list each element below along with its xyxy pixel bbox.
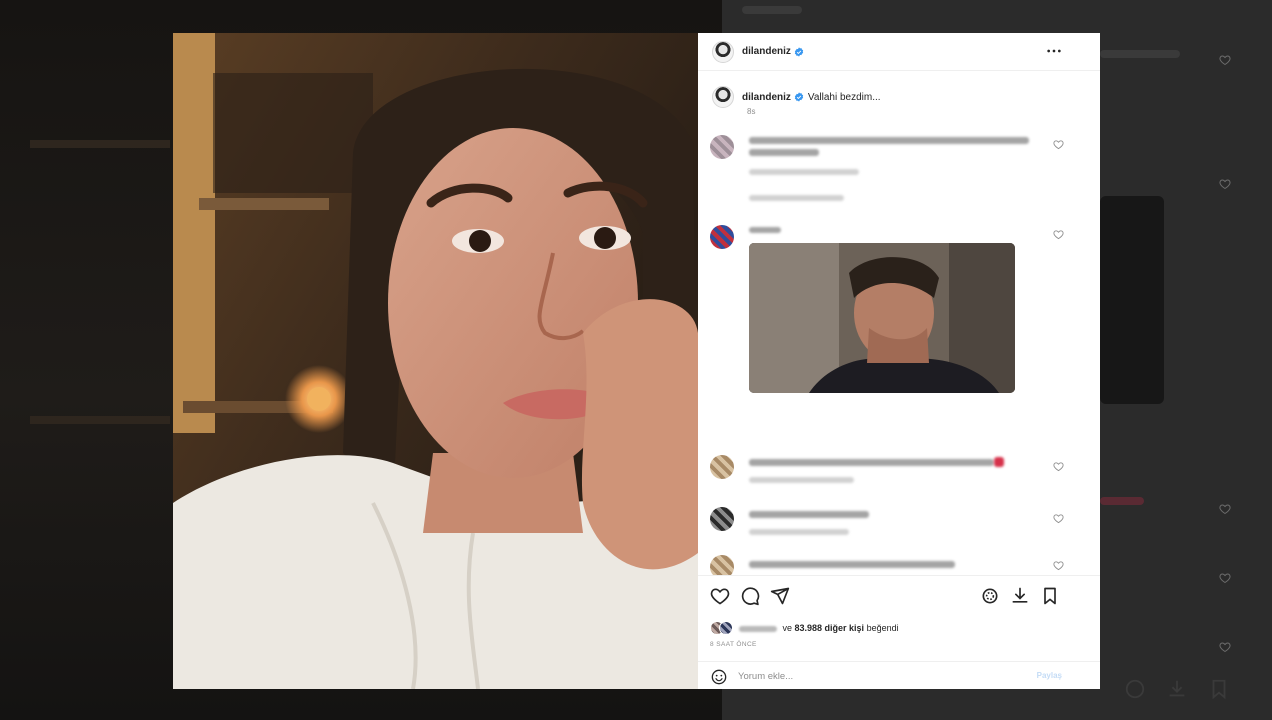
blurred-liker-username bbox=[739, 625, 777, 632]
caption-text: Vallahi bezdim... bbox=[807, 91, 881, 103]
blurred-comment-meta bbox=[749, 477, 854, 483]
comment-item bbox=[698, 553, 1100, 575]
likes-count[interactable]: 83.988 diğer kişi bbox=[795, 623, 865, 633]
post-side-panel: dilandeniz dilandeniz Vallahi bezdim... … bbox=[698, 33, 1100, 689]
post-action-bar bbox=[698, 575, 1100, 615]
author-avatar[interactable] bbox=[712, 40, 734, 63]
bookmark-icon[interactable] bbox=[1040, 586, 1060, 606]
comment-like-heart-icon[interactable] bbox=[1053, 461, 1064, 472]
caption: dilandeniz Vallahi bezdim... bbox=[712, 86, 881, 108]
heart-icon[interactable] bbox=[710, 586, 730, 606]
background-heart-icon bbox=[1219, 178, 1231, 190]
comment-avatar[interactable] bbox=[710, 455, 734, 479]
blurred-replies-link[interactable] bbox=[749, 195, 844, 201]
background-shelf bbox=[30, 416, 170, 424]
likes-text[interactable]: ve 83.988 diğer kişi beğendi bbox=[739, 623, 899, 633]
likes-summary: ve 83.988 diğer kişi beğendi bbox=[710, 621, 899, 635]
comment-like-heart-icon[interactable] bbox=[1053, 229, 1064, 240]
more-options-icon[interactable] bbox=[1046, 44, 1062, 58]
selfie-illustration bbox=[173, 33, 698, 689]
background-shelf bbox=[30, 140, 170, 148]
post-comment-button[interactable]: Paylaş bbox=[1037, 671, 1062, 680]
author-username[interactable]: dilandeniz bbox=[742, 46, 791, 57]
post-date: 8 SAAT ÖNCE bbox=[710, 641, 757, 648]
comment-item bbox=[698, 131, 1100, 211]
blurred-comment-text bbox=[749, 561, 955, 568]
caption-timestamp: 8s bbox=[747, 107, 756, 116]
audio-icon[interactable] bbox=[980, 586, 1000, 606]
comment-item bbox=[698, 453, 1100, 493]
liker-avatar[interactable] bbox=[719, 621, 733, 635]
comment-like-heart-icon[interactable] bbox=[1053, 513, 1064, 524]
caption-username[interactable]: dilandeniz bbox=[742, 92, 791, 103]
background-bookmark-icon bbox=[1208, 678, 1230, 700]
verified-badge-icon bbox=[794, 92, 804, 102]
blurred-comment-meta bbox=[749, 529, 849, 535]
blurred-comment-text bbox=[749, 137, 1029, 144]
post-photo bbox=[173, 33, 698, 689]
comment-avatar[interactable] bbox=[710, 135, 734, 159]
likes-suffix: beğendi bbox=[864, 623, 899, 633]
comment-gif-image[interactable] bbox=[749, 243, 1015, 393]
comment-like-heart-icon[interactable] bbox=[1053, 560, 1064, 571]
download-icon[interactable] bbox=[1010, 586, 1030, 606]
blurred-comment-text bbox=[749, 149, 819, 156]
comment-like-heart-icon[interactable] bbox=[1053, 139, 1064, 150]
background-blurred-text bbox=[1100, 50, 1180, 58]
add-comment-bar: Paylaş bbox=[698, 661, 1100, 689]
background-heart-icon bbox=[1219, 641, 1231, 653]
post-header: dilandeniz bbox=[698, 33, 1100, 71]
comment-item bbox=[698, 505, 1100, 545]
caption-avatar[interactable] bbox=[712, 86, 734, 108]
likes-middle: ve bbox=[780, 623, 795, 633]
background-download-icon bbox=[1166, 678, 1188, 700]
background-blurred-text bbox=[1100, 497, 1144, 505]
comment-avatar[interactable] bbox=[710, 555, 734, 575]
blurred-comment-username bbox=[749, 227, 781, 233]
comment-input[interactable] bbox=[738, 668, 1018, 684]
blurred-comment-text bbox=[749, 459, 994, 466]
background-audio-icon bbox=[1124, 678, 1146, 700]
background-blurred-text bbox=[742, 6, 802, 14]
paper-plane-icon[interactable] bbox=[770, 586, 790, 606]
verified-badge-icon bbox=[794, 46, 804, 57]
comment-avatar[interactable] bbox=[710, 507, 734, 531]
background-media-thumbnail bbox=[1100, 196, 1164, 404]
blurred-comment-meta bbox=[749, 169, 859, 175]
blurred-comment-emoji bbox=[994, 457, 1004, 467]
comment-bubble-icon[interactable] bbox=[740, 586, 760, 606]
emoji-smile-icon[interactable] bbox=[711, 669, 727, 685]
post-modal: dilandeniz dilandeniz Vallahi bezdim... … bbox=[173, 33, 1100, 689]
background-heart-icon bbox=[1219, 54, 1231, 66]
background-heart-icon bbox=[1219, 503, 1231, 515]
comment-avatar[interactable] bbox=[710, 225, 734, 249]
blurred-comment-text bbox=[749, 511, 869, 518]
background-heart-icon bbox=[1219, 572, 1231, 584]
